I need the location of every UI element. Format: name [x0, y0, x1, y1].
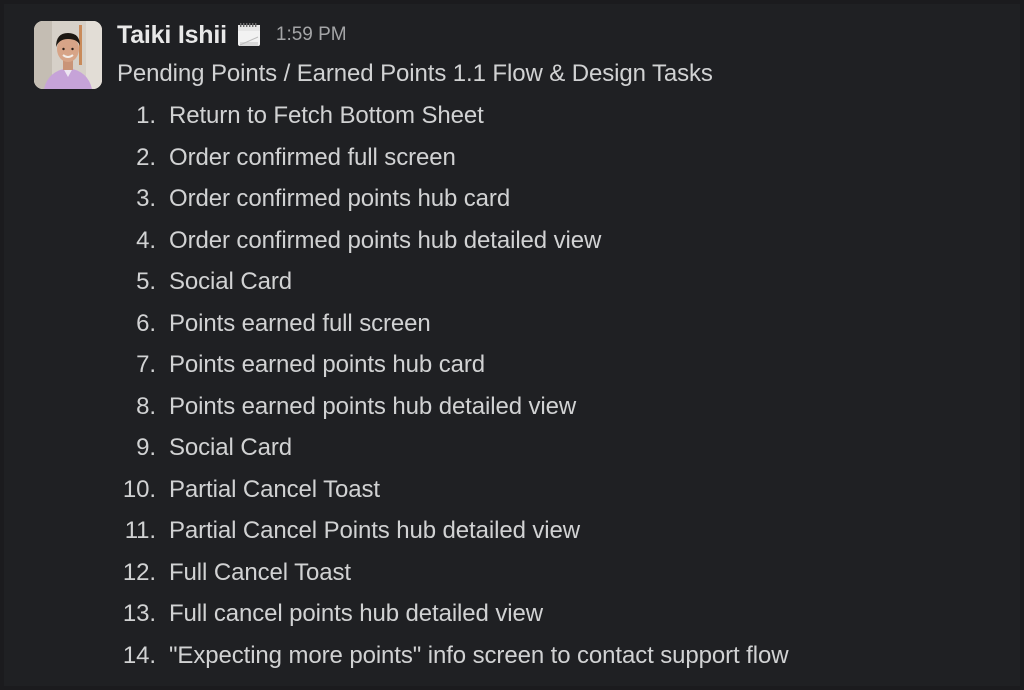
list-item: 2. Order confirmed full screen [4, 142, 904, 184]
list-item-text: Social Card [169, 268, 292, 295]
list-item-number: 2. [136, 143, 156, 171]
list-item-number: 9. [136, 434, 156, 461]
list-item-text: Full Cancel Toast [169, 558, 351, 586]
app-frame: Taiki Ishii 1:59 PM Pending Points / Ear… [0, 0, 1024, 690]
list-item: 1. Return to Fetch Bottom Sheet [4, 100, 904, 142]
list-item-number: 10. [122, 475, 156, 503]
list-item: 13. Full cancel points hub detailed view [4, 598, 904, 640]
list-item-number: 5. [136, 268, 156, 295]
list-item-text: Order confirmed full screen [169, 143, 456, 171]
list-item: 4. Order confirmed points hub detailed vi… [4, 225, 904, 267]
list-item: 5. Social Card [4, 266, 904, 308]
list-item-text: Points earned full screen [169, 309, 431, 337]
list-item: 11. Partial Cancel Points hub detailed vi… [4, 515, 904, 557]
list-item-text: Order confirmed points hub card [169, 185, 511, 212]
list-item-number: 11. [124, 517, 156, 544]
list-item: 7. Points earned points hub card [4, 349, 904, 391]
list-item-text: Return to Fetch Bottom Sheet [169, 102, 484, 129]
list-item-number: 12. [122, 558, 156, 586]
list-item-number: 7. [136, 351, 156, 378]
list-item-text: Full cancel points hub detailed view [169, 600, 543, 627]
list-item-text: Social Card [169, 434, 292, 461]
list-item-number: 6. [136, 309, 156, 337]
list-item: 14. "Expecting more points" info screen t… [4, 640, 904, 682]
list-item-text: Partial Cancel Toast [169, 475, 381, 503]
list-item: 6. Points earned full screen [4, 308, 904, 350]
list-item: 12. Full Cancel Toast [4, 557, 904, 599]
list-item: 3. Order confirmed points hub card [4, 183, 904, 225]
list-item: 9. Social Card [4, 432, 904, 474]
author-name[interactable]: Taiki Ishii [117, 21, 227, 50]
list-item-number: 14. [122, 641, 156, 669]
list-item-text: Points earned points hub card [169, 351, 485, 378]
list-item: 8. Points earned points hub detailed view [4, 391, 904, 433]
list-item-number: 3. [136, 185, 156, 212]
task-list: 1. Return to Fetch Bottom Sheet 2. Order co… [4, 100, 904, 681]
avatar[interactable] [34, 21, 102, 89]
list-item-text: "Expecting more points" info screen to c… [169, 641, 789, 669]
list-item-text: Points earned points hub detailed view [169, 392, 577, 420]
list-item-number: 4. [136, 226, 156, 254]
chat-message[interactable]: Taiki Ishii 1:59 PM Pending Points / Ear… [4, 4, 1020, 686]
list-item-number: 13. [122, 600, 156, 627]
message-timestamp[interactable]: 1:59 PM [276, 24, 347, 46]
list-item-text: Partial Cancel Points hub detailed view [169, 517, 581, 544]
calendar-icon[interactable] [236, 22, 262, 48]
list-item-text: Order confirmed points hub detailed view [169, 226, 602, 254]
list-item-number: 1. [136, 102, 156, 129]
message-header: Taiki Ishii 1:59 PM [117, 18, 347, 52]
list-item-number: 8. [136, 392, 156, 420]
message-title: Pending Points / Earned Points 1.1 Flow … [117, 60, 713, 87]
list-item: 10. Partial Cancel Toast [4, 474, 904, 516]
